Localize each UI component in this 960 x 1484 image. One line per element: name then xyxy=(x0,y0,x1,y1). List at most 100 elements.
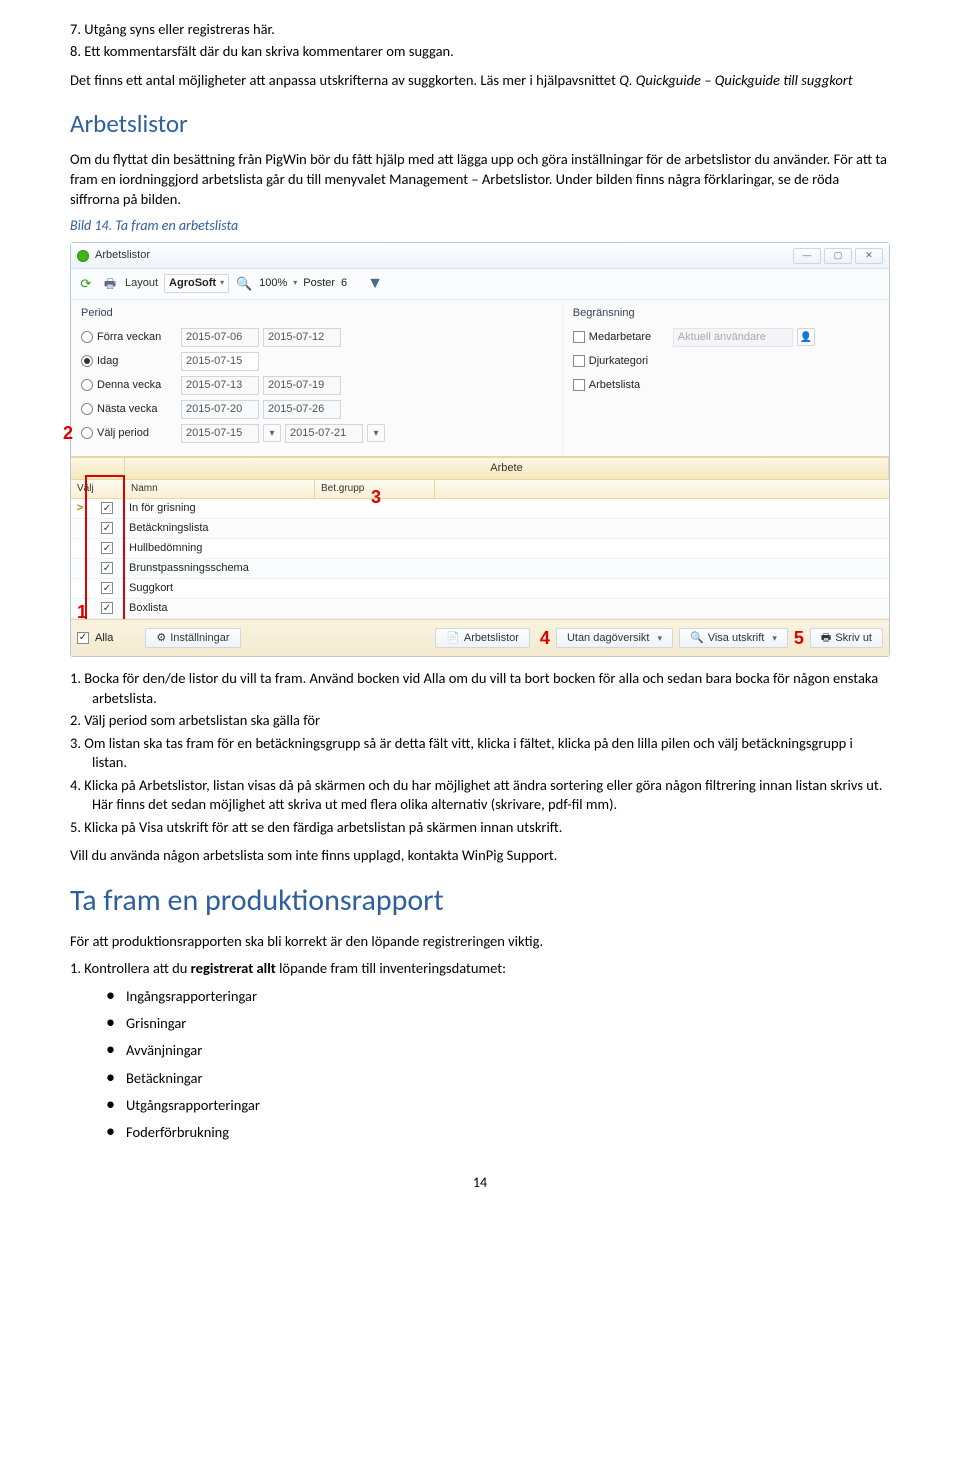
begransning-panel: Begränsning Medarbetare Aktuell användar… xyxy=(562,300,889,457)
alla-label: Alla xyxy=(95,631,113,646)
date-to[interactable]: 2015-07-26 xyxy=(263,400,341,419)
filter-row: Arbetslista xyxy=(573,374,879,396)
poster-label: Poster xyxy=(303,276,335,291)
bottom-toolbar: 1 Alla ⚙Inställningar 📄Arbetslistor 4 Ut… xyxy=(71,619,889,656)
row-name: In för grisning xyxy=(125,501,315,516)
close-button[interactable]: ✕ xyxy=(855,248,883,264)
calendar-button[interactable]: ▾ xyxy=(367,424,385,442)
row-marker: > xyxy=(71,501,89,516)
period-row: Idag 2015-07-15 xyxy=(81,350,552,372)
table-row[interactable]: Boxlista xyxy=(71,599,889,619)
date-from[interactable]: 2015-07-13 xyxy=(181,376,259,395)
table-subheader: Välj Namn Bet.grupp xyxy=(71,480,889,499)
arbetslistor-paragraph: Om du flyttat din besättning från PigWin… xyxy=(70,150,890,209)
zoom-icon[interactable]: 🔍 xyxy=(235,275,253,293)
quickguide-reference: Q. Quickguide – Quickguide till suggkort xyxy=(619,71,852,89)
checkbox-djurkategori[interactable] xyxy=(573,355,585,367)
date-to[interactable]: 2015-07-19 xyxy=(263,376,341,395)
date-from[interactable]: 2015-07-20 xyxy=(181,400,259,419)
step1-bold: registrerat allt xyxy=(191,959,276,977)
checkbox-alla[interactable] xyxy=(77,632,89,644)
checkbox-row[interactable] xyxy=(101,582,113,594)
list-icon: 📄 xyxy=(446,631,460,646)
calendar-button[interactable]: ▾ xyxy=(263,424,281,442)
preview-icon: 🔍 xyxy=(690,631,704,646)
zoom-value: 100% xyxy=(259,276,287,291)
radio-valj-period[interactable] xyxy=(81,427,93,439)
checkbox-row[interactable] xyxy=(101,502,113,514)
period-label: Period xyxy=(81,306,552,321)
checkbox-row[interactable] xyxy=(101,522,113,534)
checkbox-medarbetare[interactable] xyxy=(573,331,585,343)
list-item: 1. Bocka för den/de listor du vill ta fr… xyxy=(70,669,890,708)
intro-text: Det finns ett antal möjligheter att anpa… xyxy=(70,71,619,89)
layout-value: AgroSoft xyxy=(169,276,216,291)
date-from[interactable]: 2015-07-15 xyxy=(181,352,259,371)
table-row[interactable]: Brunstpassningsschema xyxy=(71,559,889,579)
checkbox-arbetslista[interactable] xyxy=(573,379,585,391)
header-valj: Välj xyxy=(71,480,125,498)
visa-utskrift-button[interactable]: 🔍Visa utskrift xyxy=(679,628,788,649)
filter-label: Medarbetare xyxy=(589,330,669,345)
filter-row: Medarbetare Aktuell användare 👤 xyxy=(573,326,879,348)
bullet-item: Avvänjningar xyxy=(106,1037,890,1061)
table-header-group: Arbete xyxy=(71,457,889,480)
explanation-list: 1. Bocka för den/de listor du vill ta fr… xyxy=(70,669,890,838)
lookup-button[interactable]: 👤 xyxy=(797,328,815,346)
app-icon xyxy=(77,250,89,262)
step1-post: löpande fram till inventeringsdatumet: xyxy=(276,959,506,977)
minimize-button[interactable]: — xyxy=(793,248,821,264)
filter-icon[interactable]: ▼ xyxy=(363,273,387,295)
table-row[interactable]: Betäckningslista xyxy=(71,519,889,539)
radio-idag[interactable] xyxy=(81,355,93,367)
date-to[interactable]: 2015-07-21 xyxy=(285,424,363,443)
table-row[interactable]: Suggkort xyxy=(71,579,889,599)
installningar-button[interactable]: ⚙Inställningar xyxy=(145,628,240,649)
utan-dagsoversikt-dropdown[interactable]: Utan dagöversikt xyxy=(556,628,673,649)
table-row[interactable]: Hullbedömning xyxy=(71,539,889,559)
skriv-ut-button[interactable]: 🖶Skriv ut xyxy=(810,628,883,649)
bullet-list: Ingångsrapporteringar Grisningar Avvänjn… xyxy=(70,983,890,1144)
row-name: Betäckningslista xyxy=(125,521,315,536)
bullet-item: Utgångsrapporteringar xyxy=(106,1092,890,1116)
period-row: Nästa vecka 2015-07-20 2015-07-26 xyxy=(81,398,552,420)
arbetslistor-button[interactable]: 📄Arbetslistor xyxy=(435,628,530,649)
row-name: Boxlista xyxy=(125,601,315,616)
printer-icon[interactable]: 🖶 xyxy=(101,275,119,293)
bullet-item: Ingångsrapporteringar xyxy=(106,983,890,1007)
toolbar: ⟳ 🖶 Layout AgroSoft▾ 🔍 100% ▾ Poster 6 ▼ xyxy=(71,269,889,300)
radio-forra-veckan[interactable] xyxy=(81,331,93,343)
header-namn: Namn xyxy=(125,480,315,498)
gear-icon: ⚙ xyxy=(156,631,166,646)
table-body: > In för grisning Betäckningslista Hullb… xyxy=(71,499,889,619)
heading-produktionsrapport: Ta fram en produktionsrapport xyxy=(70,881,890,922)
row-name: Brunstpassningsschema xyxy=(125,561,315,576)
layout-dropdown[interactable]: AgroSoft▾ xyxy=(164,274,229,293)
period-row: Förra veckan 2015-07-06 2015-07-12 xyxy=(81,326,552,348)
radio-denna-vecka[interactable] xyxy=(81,379,93,391)
table-row[interactable]: > In för grisning xyxy=(71,499,889,519)
date-from[interactable]: 2015-07-15 xyxy=(181,424,259,443)
filter-value: Aktuell användare xyxy=(673,328,793,347)
refresh-icon[interactable]: ⟳ xyxy=(77,275,95,293)
date-from[interactable]: 2015-07-06 xyxy=(181,328,259,347)
window-title: Arbetslistor xyxy=(95,248,150,263)
period-panel: Period Förra veckan 2015-07-06 2015-07-1… xyxy=(71,300,562,457)
radio-nasta-vecka[interactable] xyxy=(81,403,93,415)
list-item-8: 8. Ett kommentarsfält där du kan skriva … xyxy=(70,42,890,62)
checkbox-row[interactable] xyxy=(101,602,113,614)
prod-step-1: 1. Kontrollera att du registrerat allt l… xyxy=(70,959,890,979)
checkbox-row[interactable] xyxy=(101,562,113,574)
checkbox-row[interactable] xyxy=(101,542,113,554)
maximize-button[interactable]: ▢ xyxy=(824,248,852,264)
heading-arbetslistor: Arbetslistor xyxy=(70,107,890,141)
period-option-label: Förra veckan xyxy=(97,330,177,345)
title-bar: Arbetslistor — ▢ ✕ xyxy=(71,243,889,269)
list-item: 2. Välj period som arbetslistan ska gäll… xyxy=(70,711,890,731)
date-to[interactable]: 2015-07-12 xyxy=(263,328,341,347)
poster-value: 6 xyxy=(341,276,347,291)
row-name: Suggkort xyxy=(125,581,315,596)
chevron-down-icon[interactable]: ▾ xyxy=(293,278,297,289)
list-item: 5. Klicka på Visa utskrift för att se de… xyxy=(70,818,890,838)
row-name: Hullbedömning xyxy=(125,541,315,556)
